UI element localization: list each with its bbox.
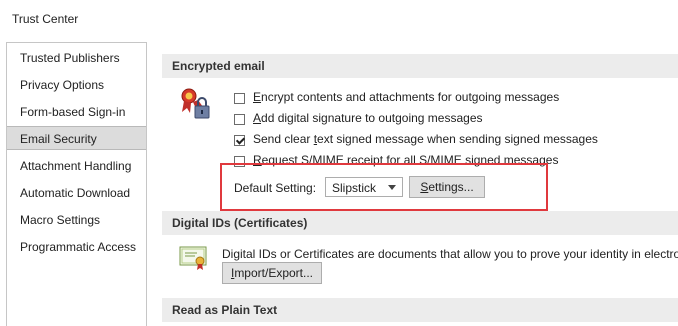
sidebar-item-attachment-handling[interactable]: Attachment Handling	[7, 154, 146, 178]
sidebar-item-privacy-options[interactable]: Privacy Options	[7, 73, 146, 97]
security-certificate-lock-icon	[178, 86, 214, 122]
sidebar: Trusted Publishers Privacy Options Form-…	[6, 42, 147, 326]
sidebar-item-email-security[interactable]: Email Security	[7, 126, 146, 150]
encrypt-contents-label[interactable]: Encrypt contents and attachments for out…	[253, 90, 559, 104]
certificate-icon	[179, 245, 207, 271]
title-bar: Trust Center	[0, 0, 678, 40]
sidebar-item-macro-settings[interactable]: Macro Settings	[7, 208, 146, 232]
sidebar-item-automatic-download[interactable]: Automatic Download	[7, 181, 146, 205]
read-as-plain-text-header: Read as Plain Text	[162, 298, 678, 322]
highlight-annotation	[220, 163, 548, 211]
add-digital-signature-checkbox[interactable]	[234, 114, 245, 125]
send-clear-text-checkbox[interactable]	[234, 135, 245, 146]
add-digital-signature-label[interactable]: Add digital signature to outgoing messag…	[253, 111, 483, 125]
encrypted-email-header: Encrypted email	[162, 54, 678, 78]
sidebar-item-trusted-publishers[interactable]: Trusted Publishers	[7, 46, 146, 70]
digital-ids-header: Digital IDs (Certificates)	[162, 211, 678, 235]
sidebar-item-programmatic-access[interactable]: Programmatic Access	[7, 235, 146, 259]
encrypt-contents-checkbox[interactable]	[234, 93, 245, 104]
digital-ids-description: Digital IDs or Certificates are document…	[222, 247, 678, 261]
sidebar-item-form-based-sign-in[interactable]: Form-based Sign-in	[7, 100, 146, 124]
send-clear-text-label[interactable]: Send clear text signed message when send…	[253, 132, 598, 146]
window-title: Trust Center	[12, 12, 79, 26]
import-export-button[interactable]: Import/Export...	[222, 262, 322, 284]
